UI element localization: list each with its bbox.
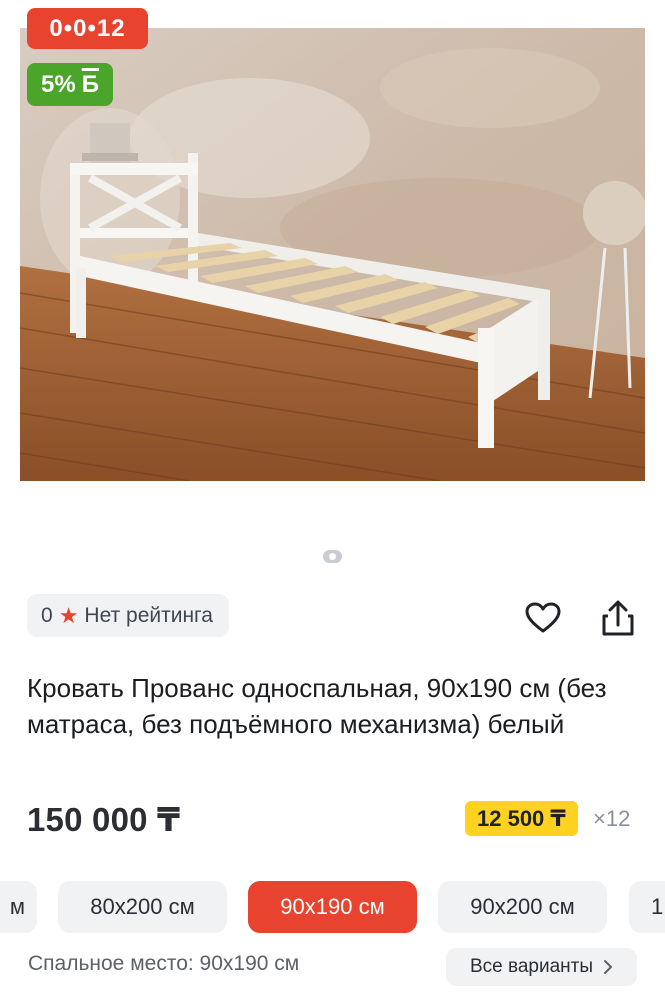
share-button[interactable]: [597, 597, 639, 639]
chevron-right-icon: [604, 960, 613, 974]
bonus-percent: 5%: [41, 70, 76, 98]
rating-value: 0: [41, 603, 53, 627]
image-pager-indicator[interactable]: [323, 550, 342, 563]
variant-label: 80х200 см: [90, 894, 195, 919]
variant-option[interactable]: м: [0, 881, 37, 933]
heart-icon: [525, 602, 561, 633]
star-icon: ★: [58, 602, 79, 628]
rating-chip[interactable]: 0 ★ Нет рейтинга: [27, 594, 229, 637]
product-price: 150 000 ₸: [27, 801, 181, 838]
rating-label: Нет рейтинга: [84, 603, 213, 627]
variant-option[interactable]: 80х200 см: [58, 881, 227, 933]
variant-label: 90х190 см: [280, 894, 385, 919]
variant-label: 1: [651, 894, 664, 919]
product-image[interactable]: [20, 28, 645, 481]
timer-badge: 0•0•12: [27, 8, 148, 49]
variant-option[interactable]: 1: [629, 881, 665, 933]
bonus-currency-icon: Б: [81, 70, 99, 98]
variant-option-selected[interactable]: 90х190 см: [248, 881, 417, 933]
variant-option[interactable]: 90х200 см: [438, 881, 607, 933]
favorite-button[interactable]: [522, 597, 564, 639]
bed-photo-illustration: [20, 28, 645, 481]
installment-count: ×12: [593, 806, 631, 831]
bonus-badge: 5% Б: [27, 63, 113, 106]
installment-price-badge[interactable]: 12 500 ₸: [465, 801, 578, 836]
product-title: Кровать Прованс односпальная, 90х190 см …: [27, 673, 607, 739]
all-variants-label: Все варианты: [469, 956, 594, 977]
timer-badge-text: 0•0•12: [49, 14, 126, 42]
variant-label: 90х200 см: [470, 894, 575, 919]
variant-selector: м 80х200 см 90х190 см 90х200 см 1: [0, 881, 665, 933]
variant-label: м: [9, 894, 25, 919]
share-icon: [602, 600, 634, 636]
sleeping-place-label: Спальное место: 90х190 см: [28, 952, 300, 975]
installment-price: 12 500 ₸: [477, 805, 566, 831]
all-variants-button[interactable]: Все варианты: [446, 948, 637, 986]
